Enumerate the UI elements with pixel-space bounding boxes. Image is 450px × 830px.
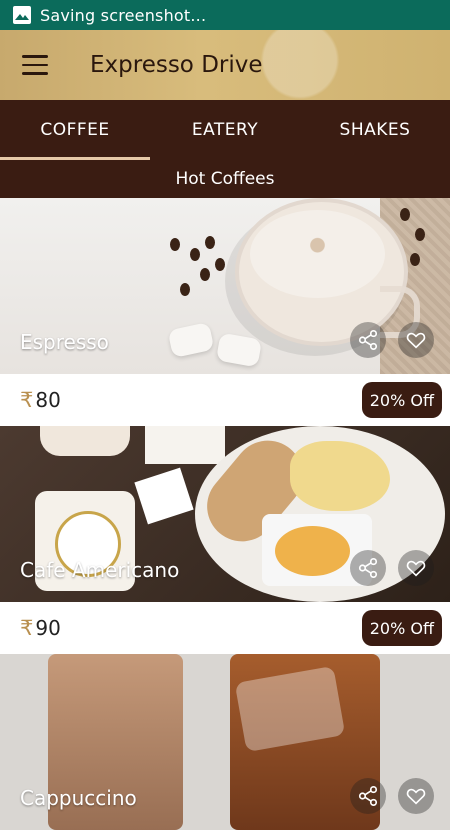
product-card-cafe-americano[interactable]: Cafe Americano ₹ 90 20% Off [0, 426, 450, 656]
rupee-icon: ₹ [20, 388, 34, 412]
rupee-icon: ₹ [20, 616, 34, 640]
offer-badge: 20% Off [361, 610, 442, 646]
cappuccino-photo: Cappuccino [0, 654, 450, 830]
app-bar: Expresso Drive [0, 30, 450, 100]
hamburger-menu-icon[interactable] [22, 55, 48, 75]
image-icon [13, 6, 31, 24]
product-card-cappuccino[interactable]: Cappuccino [0, 654, 450, 830]
price-value: 90 [35, 616, 61, 640]
status-bar: Saving screenshot... [0, 0, 450, 30]
share-icon [358, 786, 378, 806]
product-name: Espresso [20, 330, 109, 354]
tab-coffee[interactable]: COFFEE [0, 100, 150, 160]
cafe-americano-photo: Cafe Americano [0, 426, 450, 602]
favorite-button[interactable] [398, 778, 434, 814]
product-footer: ₹ 90 20% Off [0, 602, 450, 656]
product-name: Cappuccino [20, 786, 137, 810]
status-text: Saving screenshot... [40, 5, 207, 25]
heart-outline-icon [406, 788, 426, 805]
favorite-button[interactable] [398, 550, 434, 586]
share-icon [358, 330, 378, 350]
share-button[interactable] [350, 322, 386, 358]
offer-badge: 20% Off [361, 382, 442, 418]
share-button[interactable] [350, 778, 386, 814]
tab-shakes[interactable]: SHAKES [300, 100, 450, 160]
product-card-espresso[interactable]: Espresso ₹ 80 20% Off [0, 198, 450, 428]
favorite-button[interactable] [398, 322, 434, 358]
section-title: Hot Coffees [0, 160, 450, 198]
price: ₹ 80 [20, 388, 61, 412]
product-name: Cafe Americano [20, 558, 180, 582]
app-title: Expresso Drive [90, 52, 263, 78]
share-icon [358, 558, 378, 578]
heart-outline-icon [406, 560, 426, 577]
category-tabs: COFFEE EATERY SHAKES [0, 100, 450, 160]
espresso-photo: Espresso [0, 198, 450, 374]
tab-eatery[interactable]: EATERY [150, 100, 300, 160]
share-button[interactable] [350, 550, 386, 586]
heart-outline-icon [406, 332, 426, 349]
product-footer: ₹ 80 20% Off [0, 374, 450, 428]
price: ₹ 90 [20, 616, 61, 640]
price-value: 80 [35, 388, 61, 412]
